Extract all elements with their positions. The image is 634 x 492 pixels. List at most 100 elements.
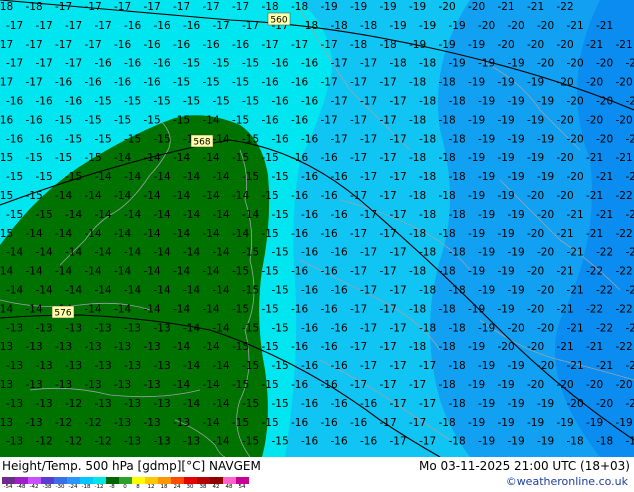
temperature-value: -12 [85,417,102,429]
temperature-value: -18 [439,303,456,315]
temperature-value: -18 [291,1,308,13]
temperature-value: -14 [203,341,220,353]
temperature-value: -16 [291,417,308,429]
temperature-value: -17 [350,77,367,89]
temperature-value: -16 [291,77,308,89]
credit-link[interactable]: ©weatheronline.co.uk [506,475,628,488]
legend-color-bar [2,477,302,484]
temperature-value: -20 [626,96,634,108]
temperature-value: -17 [55,1,72,13]
temperature-value: -17 [331,58,348,70]
legend-swatch [171,477,184,484]
temperature-value: -19 [468,417,485,429]
temperature-value: -18 [439,190,456,202]
temperature-value: -14 [65,285,82,297]
temperature-value: -17 [390,247,407,259]
temperature-value: -17 [360,247,377,259]
legend-tick: 8 [136,484,140,490]
temperature-value: -17 [242,20,259,32]
temperature-value: -16 [321,152,338,164]
temperature-value: -19 [527,77,544,89]
temperature-value: -13 [85,379,102,391]
temperature-value: -19 [409,39,426,51]
temperature-value: -19 [527,114,544,126]
legend-swatch [54,477,67,484]
temperature-value: -16 [95,58,112,70]
temperature-value: -14 [203,228,220,240]
temperature-value: -13 [154,360,171,372]
temperature-value: -15 [36,209,53,221]
temperature-value: -18 [419,171,436,183]
temperature-value: -14 [154,171,171,183]
temperature-value: -19 [498,152,515,164]
temperature-value: -13 [124,398,141,410]
temperature-value: -19 [498,266,515,278]
temperature-value: -14 [183,360,200,372]
legend-tick: 24 [174,484,181,490]
temperature-value: -16 [36,96,53,108]
temperature-value: -18 [409,341,426,353]
temperature-value: -18 [449,133,466,145]
temperature-value: -17 [390,322,407,334]
temperature-value: -17 [321,114,338,126]
temperature-value: -14 [65,209,82,221]
temperature-value: -17 [0,77,13,89]
temperature-value: -16 [301,58,318,70]
temperature-value: -14 [114,152,131,164]
temperature-value: -14 [55,190,72,202]
temperature-value: -12 [55,417,72,429]
temperature-value: -14 [183,398,200,410]
temperature-value: -20 [626,398,634,410]
temperature-value: -15 [26,152,43,164]
temperature-value: -16 [321,266,338,278]
temperature-value: -22 [557,1,574,13]
temperature-value: -17 [350,266,367,278]
temperature-value: -17 [390,209,407,221]
temperature-value: -17 [380,228,397,240]
temperature-value: -18 [262,1,279,13]
temperature-value: -17 [114,1,131,13]
legend-swatch [67,477,80,484]
temperature-value: -18 [449,322,466,334]
temperature-value: -17 [95,20,112,32]
temperature-value: -19 [468,266,485,278]
temperature-value: -14 [213,436,230,448]
temperature-value: -21 [498,1,515,13]
temperature-value: -18 [449,209,466,221]
temperature-value: -17 [380,341,397,353]
legend-swatch [41,477,54,484]
temperature-value: -20 [616,77,633,89]
temperature-value: -14 [85,266,102,278]
temperature-value: -18 [390,58,407,70]
temperature-value: -16 [331,322,348,334]
legend-tick: 38 [200,484,207,490]
temperature-value: -15 [232,341,249,353]
temperature-value: -18 [409,228,426,240]
temperature-value: -17 [291,39,308,51]
temperature-value: -14 [144,303,161,315]
temperature-value: -20 [596,58,613,70]
temperature-value: -14 [124,285,141,297]
temperature-value: -19 [498,77,515,89]
temperature-value: -14 [213,133,230,145]
temperature-value: -13 [85,341,102,353]
temperature-value: -19 [468,379,485,391]
temperature-value: -21 [616,39,633,51]
temperature-value: -14 [173,190,190,202]
temperature-value: -14 [124,247,141,259]
temperature-value: -13 [6,322,23,334]
temperature-value: -14 [173,303,190,315]
legend-tick: -24 [69,484,78,490]
temperature-value: -17 [6,20,23,32]
temperature-value: -14 [173,341,190,353]
temperature-value: -17 [380,417,397,429]
temperature-value: -14 [124,171,141,183]
temperature-value: -14 [6,247,23,259]
temperature-value: -19 [380,1,397,13]
temperature-value: -20 [468,1,485,13]
temperature-value: -19 [478,322,495,334]
temperature-value: -20 [478,20,495,32]
temperature-value: -16 [301,436,318,448]
temperature-value: -17 [390,133,407,145]
temperature-value: -21 [586,228,603,240]
